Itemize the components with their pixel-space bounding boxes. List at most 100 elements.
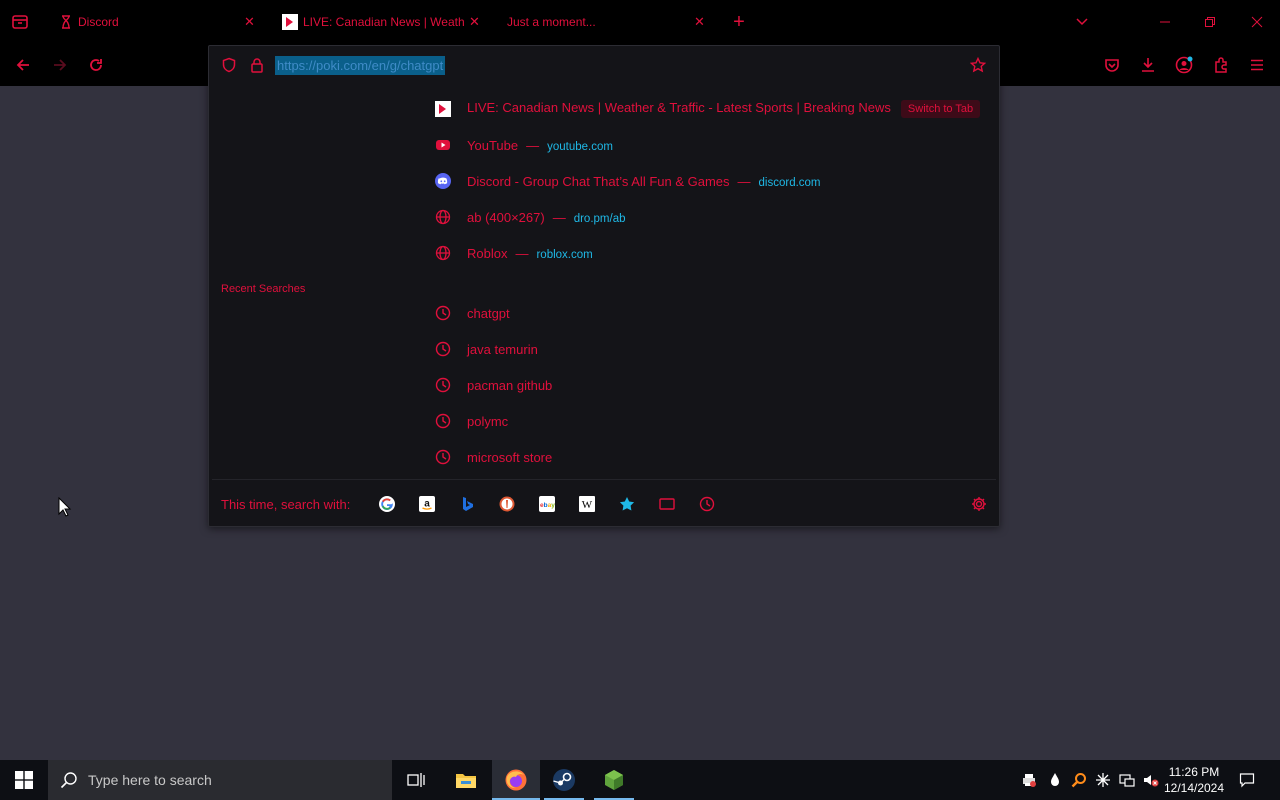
suggestion-row[interactable]: ab (400×267) — dro.pm/ab [208, 199, 1000, 235]
suggestion-url: discord.com [758, 176, 821, 189]
suggestion-title: ab (400×267) [467, 209, 545, 225]
forward-button[interactable] [50, 55, 70, 75]
taskbar-clock[interactable]: 11:26 PM 12/14/2024 [1162, 764, 1226, 796]
tab-close-icon[interactable]: ✕ [469, 14, 480, 30]
suggestion-row[interactable]: Discord - Group Chat That’s All Fun & Ga… [208, 163, 1000, 199]
pocket-button[interactable] [1102, 55, 1122, 75]
start-button[interactable] [0, 760, 48, 800]
recent-searches-heading: Recent Searches [221, 283, 306, 295]
list-all-tabs-button[interactable] [1072, 12, 1092, 32]
tracking-protection-button[interactable] [221, 57, 237, 73]
search-icon [60, 772, 77, 789]
ebay-engine-icon[interactable]: ebay [539, 496, 555, 512]
globe-icon [435, 245, 451, 261]
taskbar-search-box[interactable]: Type here to search [48, 760, 392, 800]
suggestion-row[interactable]: YouTube — youtube.com [208, 127, 1000, 163]
bookmark-star-button[interactable] [970, 57, 986, 73]
svg-text:ebay: ebay [540, 502, 555, 509]
reload-icon [90, 59, 102, 71]
history-clock-icon[interactable] [699, 496, 715, 512]
switch-to-tab-button[interactable]: Switch to Tab [900, 100, 981, 118]
account-button[interactable] [1174, 55, 1194, 75]
recent-search-row[interactable]: chatgpt [208, 295, 1000, 331]
printer-tray-icon[interactable] [1021, 772, 1037, 788]
wikipedia-engine-icon[interactable]: W [579, 496, 595, 512]
svg-text:W: W [582, 499, 593, 511]
task-view-button[interactable] [392, 760, 440, 800]
recent-search-row[interactable]: pacman github [208, 367, 1000, 403]
steam-taskbar-button[interactable] [540, 760, 588, 800]
tabs-icon[interactable] [659, 496, 675, 512]
extensions-button[interactable] [1211, 55, 1231, 75]
separator: — [515, 245, 529, 261]
volume-muted-tray-icon[interactable] [1143, 772, 1159, 788]
close-window-button[interactable] [1247, 12, 1267, 32]
bookmarks-star-icon[interactable] [619, 496, 635, 512]
clock-date: 12/14/2024 [1163, 781, 1225, 795]
minecraft-launcher-taskbar-button[interactable] [590, 760, 638, 800]
back-button[interactable] [13, 55, 33, 75]
site-info-button[interactable] [249, 57, 265, 73]
downloads-button[interactable] [1138, 55, 1158, 75]
restore-icon [1205, 17, 1215, 27]
account-icon [1175, 56, 1193, 74]
reload-button[interactable] [86, 55, 106, 75]
firefox-view-button[interactable] [10, 12, 30, 32]
search-with-label: This time, search with: [221, 497, 351, 512]
hourglass-icon [62, 15, 70, 29]
recent-search-row[interactable]: java temurin [208, 331, 1000, 367]
minecraft-block-icon [605, 770, 623, 790]
firefox-taskbar-button[interactable] [492, 760, 540, 800]
tab-ctv-news[interactable]: LIVE: Canadian News | Weather & Traffic … [276, 6, 488, 38]
windows-logo-icon [15, 771, 33, 789]
taskbar-search-placeholder: Type here to search [88, 772, 212, 788]
clock-icon [435, 305, 451, 321]
lock-icon [251, 58, 263, 73]
minimize-button[interactable] [1155, 12, 1175, 32]
puzzle-icon [1215, 57, 1227, 73]
duckduckgo-engine-icon[interactable] [499, 496, 515, 512]
separator: — [737, 173, 751, 189]
divider [212, 479, 996, 480]
notifications-tray-icon[interactable] [1239, 772, 1255, 788]
firefox-view-icon [12, 15, 28, 29]
network-tray-icon[interactable] [1095, 772, 1111, 788]
recent-search-row[interactable]: polymc [208, 403, 1000, 439]
clock-icon [435, 341, 451, 357]
app-menu-button[interactable] [1247, 55, 1267, 75]
new-tab-button[interactable]: + [729, 11, 749, 33]
recent-search-row[interactable]: microsoft store [208, 439, 1000, 475]
google-engine-icon[interactable] [379, 496, 395, 512]
tab-title: LIVE: Canadian News | Weather & Traffic … [303, 15, 465, 29]
suggestion-url: dro.pm/ab [573, 212, 626, 225]
restore-button[interactable] [1200, 12, 1220, 32]
clock-icon [435, 449, 451, 465]
arrow-right-icon [54, 59, 67, 71]
task-view-icon [407, 773, 425, 787]
amazon-engine-icon[interactable]: a [419, 496, 435, 512]
tab-just-a-moment[interactable]: Just a moment... ✕ [500, 6, 716, 38]
url-input[interactable]: https://poki.com/en/g/chatgpt [275, 56, 446, 75]
tab-title: Just a moment... [507, 15, 596, 29]
separator: — [526, 137, 540, 153]
download-icon [1142, 58, 1154, 72]
suggestion-title: Discord - Group Chat That’s All Fun & Ga… [467, 173, 730, 189]
ethernet-tray-icon[interactable] [1119, 772, 1135, 788]
recent-search-text: java temurin [467, 341, 538, 357]
arrow-left-icon [16, 59, 29, 71]
suggestion-row[interactable]: LIVE: Canadian News | Weather & Traffic … [208, 91, 1000, 127]
file-explorer-button[interactable] [442, 760, 490, 800]
taskbar: Type here to search [0, 760, 1280, 800]
tab-close-icon[interactable]: ✕ [244, 14, 255, 30]
hamburger-icon [1251, 59, 1263, 71]
search-tool-tray-icon[interactable] [1071, 772, 1087, 788]
search-settings-button[interactable] [971, 496, 987, 512]
tab-bar: Discord ✕ LIVE: Canadian News | Weather … [0, 0, 1280, 44]
bing-engine-icon[interactable] [459, 496, 475, 512]
folder-icon [456, 774, 476, 788]
droplet-tray-icon[interactable] [1047, 772, 1063, 788]
tab-discord[interactable]: Discord ✕ [52, 6, 268, 38]
tab-close-icon[interactable]: ✕ [694, 14, 705, 30]
shield-icon [222, 57, 236, 73]
suggestion-row[interactable]: Roblox — roblox.com [208, 235, 1000, 271]
